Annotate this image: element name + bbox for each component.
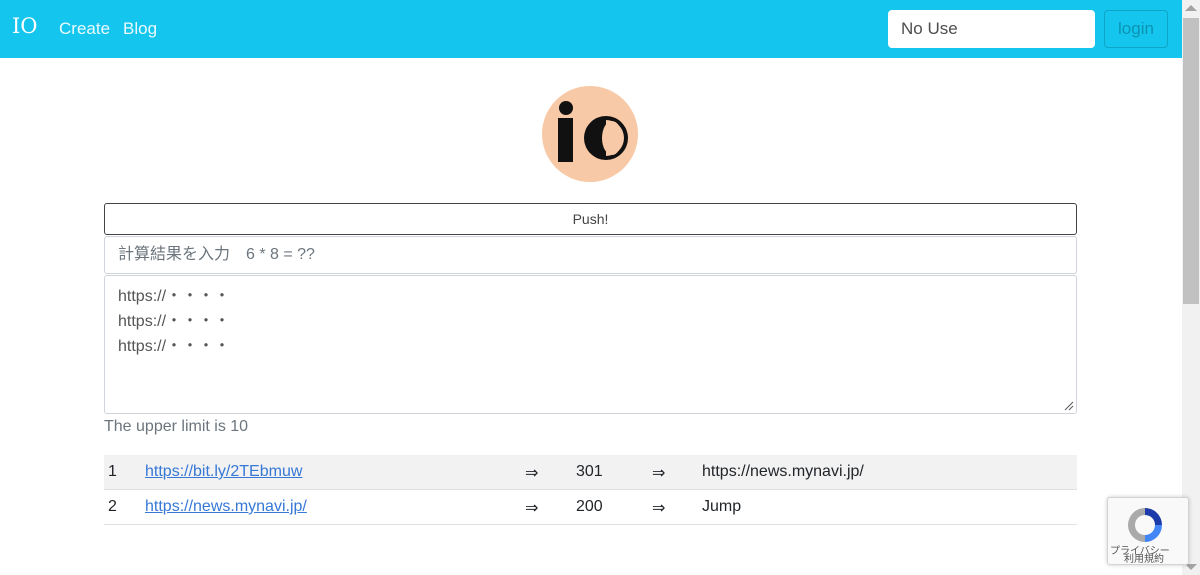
url-list-textarea[interactable] bbox=[104, 275, 1077, 414]
row-number: 2 bbox=[108, 498, 117, 515]
upper-limit-note: The upper limit is 10 bbox=[104, 418, 249, 435]
login-button[interactable]: login bbox=[1104, 10, 1168, 48]
table-row: 1 https://bit.ly/2TEbmuw ⇒ 301 ⇒ https:/… bbox=[104, 455, 1077, 490]
site-logo bbox=[542, 86, 638, 182]
arrow-icon: ⇒ bbox=[652, 465, 666, 482]
short-url-link[interactable]: https://news.mynavi.jp/ bbox=[145, 498, 307, 516]
captcha-answer-input[interactable] bbox=[104, 236, 1077, 274]
recaptcha-icon bbox=[1128, 508, 1162, 542]
nav-link-blog[interactable]: Blog bbox=[123, 19, 157, 39]
brand-logo[interactable]: IO bbox=[12, 14, 38, 38]
arrow-icon: ⇒ bbox=[525, 465, 539, 482]
destination-url: https://news.mynavi.jp/ bbox=[702, 463, 864, 480]
destination-url: Jump bbox=[702, 498, 742, 515]
status-code: 301 bbox=[576, 463, 603, 480]
push-button[interactable]: Push! bbox=[104, 203, 1077, 235]
recaptcha-terms-link[interactable]: 利用規約 bbox=[1124, 550, 1164, 564]
recaptcha-badge[interactable]: プライバシー 利用規約 bbox=[1107, 497, 1189, 565]
arrow-icon: ⇒ bbox=[525, 500, 539, 517]
results-table: 1 https://bit.ly/2TEbmuw ⇒ 301 ⇒ https:/… bbox=[104, 455, 1077, 525]
navbar: IO Create Blog login bbox=[0, 0, 1182, 58]
arrow-icon: ⇒ bbox=[652, 500, 666, 517]
top-text-input[interactable] bbox=[888, 10, 1095, 48]
nav-link-create[interactable]: Create bbox=[59, 19, 110, 39]
scroll-up-icon[interactable] bbox=[1185, 5, 1197, 11]
resize-grip-icon[interactable] bbox=[1063, 400, 1074, 411]
scrollbar-thumb[interactable] bbox=[1183, 18, 1199, 304]
row-number: 1 bbox=[108, 463, 117, 480]
table-row: 2 https://news.mynavi.jp/ ⇒ 200 ⇒ Jump bbox=[104, 490, 1077, 525]
short-url-link[interactable]: https://bit.ly/2TEbmuw bbox=[145, 463, 302, 481]
status-code: 200 bbox=[576, 498, 603, 515]
